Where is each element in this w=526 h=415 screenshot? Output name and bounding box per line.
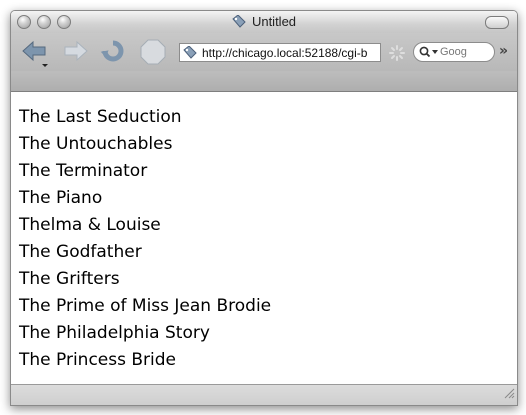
movie-list: The Last Seduction The Untouchables The … <box>19 104 271 374</box>
list-item: The Untouchables <box>19 134 173 154</box>
status-bar <box>11 384 517 405</box>
list-item: The Terminator <box>19 161 148 181</box>
address-bar[interactable]: http://chicago.local:52188/cgi-b <box>179 43 381 62</box>
toolbar-toggle-button[interactable] <box>485 16 509 29</box>
list-item: The Godfather <box>19 242 142 262</box>
list-item: The Last Seduction <box>19 107 182 127</box>
window-title-text: Untitled <box>251 14 297 29</box>
reload-icon <box>100 40 124 62</box>
list-item: The Prime of Miss Jean Brodie <box>19 296 272 316</box>
browser-toolbar: http://chicago.local:52188/cgi-b Goog » <box>11 33 517 71</box>
stop-icon <box>140 39 166 65</box>
browser-window: Untitled http://chicago.local:52188/cgi-… <box>10 10 518 406</box>
search-icon[interactable] <box>419 46 439 61</box>
list-item: Thelma & Louise <box>19 215 161 235</box>
document-proxy-icon[interactable] <box>232 14 246 31</box>
search-field[interactable]: Goog <box>413 42 495 62</box>
list-item: The Princess Bride <box>19 350 177 370</box>
forward-button[interactable] <box>61 39 89 65</box>
stop-button[interactable] <box>139 39 167 65</box>
bookmarks-bar <box>11 71 517 92</box>
site-icon <box>183 45 197 61</box>
reload-button[interactable] <box>99 39 127 65</box>
back-arrow-icon <box>22 40 48 67</box>
loading-spinner-icon <box>389 45 405 65</box>
list-item: The Philadelphia Story <box>19 323 210 343</box>
address-bar-text[interactable]: http://chicago.local:52188/cgi-b <box>202 46 367 60</box>
forward-arrow-icon <box>64 40 88 62</box>
title-bar[interactable]: Untitled <box>11 11 517 33</box>
search-placeholder: Goog <box>440 46 467 58</box>
resize-grip-icon[interactable] <box>503 384 515 403</box>
page-content: The Last Seduction The Untouchables The … <box>11 92 517 384</box>
window-title: Untitled <box>11 14 517 31</box>
toolbar-overflow-chevron-icon[interactable]: » <box>499 43 508 59</box>
list-item: The Grifters <box>19 269 120 289</box>
list-item: The Piano <box>19 188 103 208</box>
back-button[interactable] <box>21 39 49 67</box>
